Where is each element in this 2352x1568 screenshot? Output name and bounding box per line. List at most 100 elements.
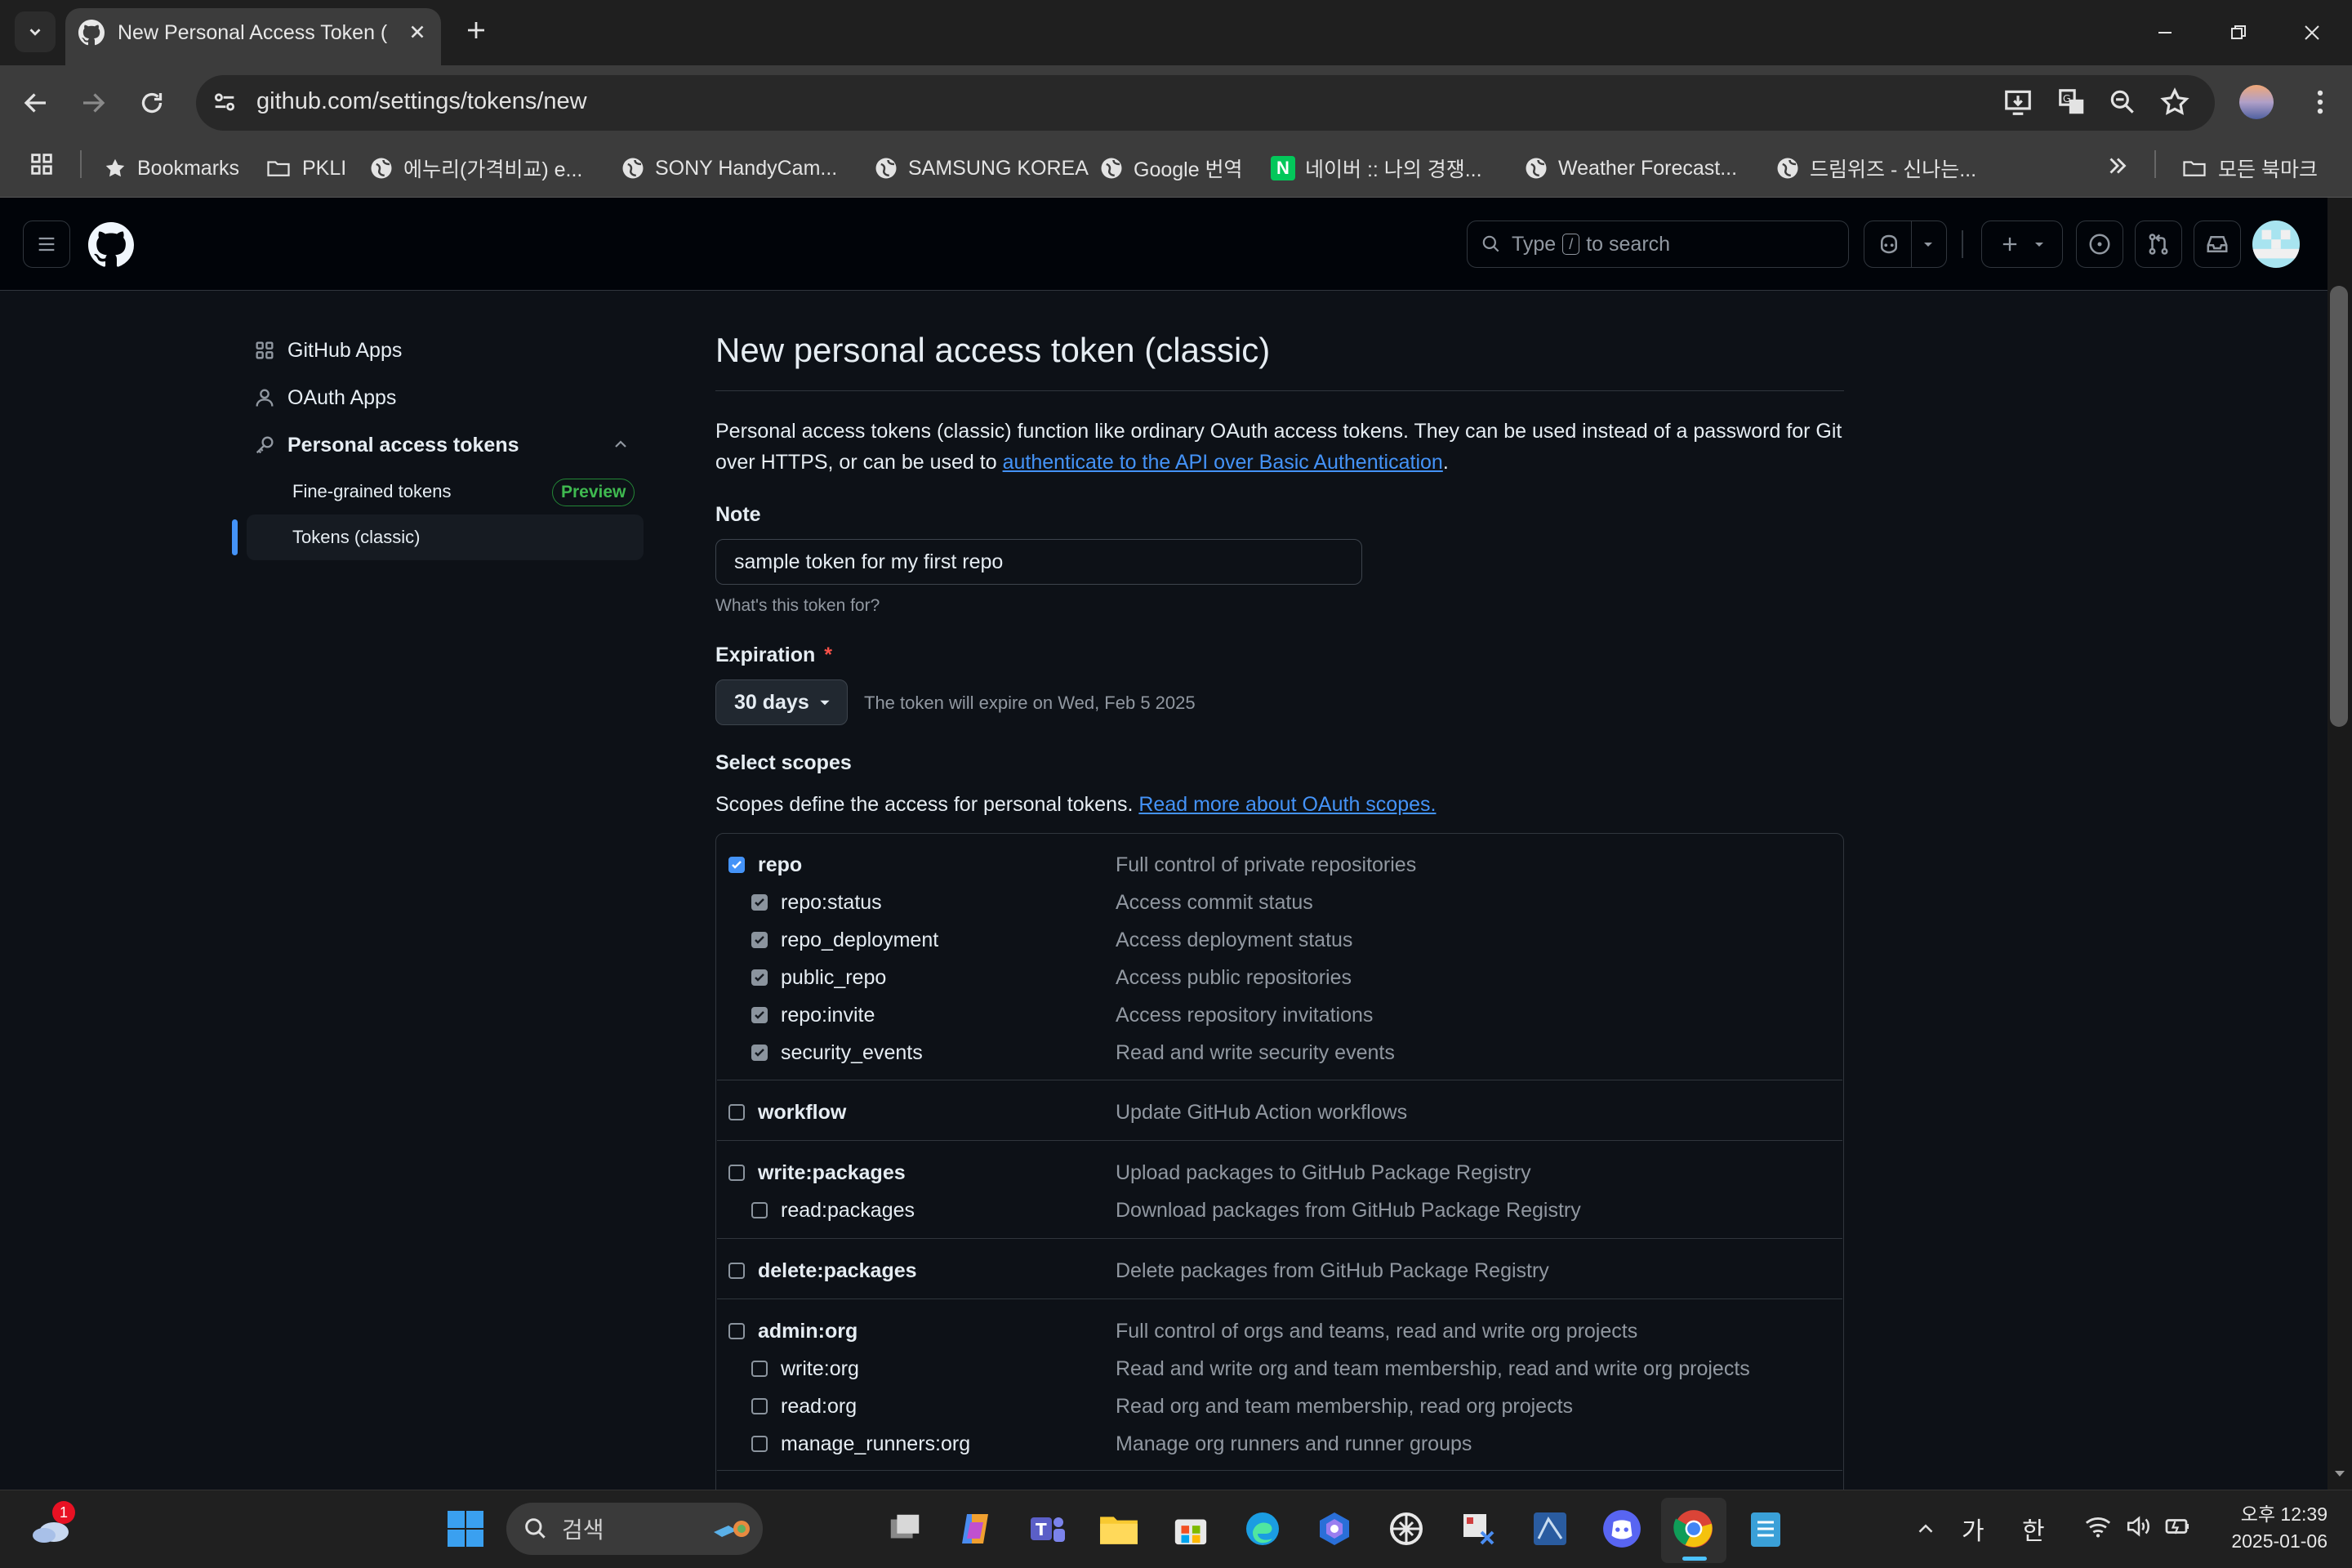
- zoom-icon[interactable]: [2107, 87, 2138, 118]
- reload-icon[interactable]: [137, 88, 167, 118]
- github-logo-icon[interactable]: [88, 222, 134, 268]
- bookmark-item[interactable]: Bookmarks: [103, 147, 239, 189]
- scope-row-repo[interactable]: repo: [728, 849, 802, 881]
- ime-indicator[interactable]: 가: [1962, 1511, 1984, 1547]
- sidebar-item-oauth-apps[interactable]: OAuth Apps: [253, 377, 396, 418]
- notepad-icon[interactable]: [1744, 1508, 1787, 1550]
- scope-row-admin-org[interactable]: admin:org: [728, 1315, 858, 1348]
- scope-row-repo-invite[interactable]: repo:invite: [751, 999, 875, 1031]
- scope-row-repo-deployment[interactable]: repo_deployment: [751, 924, 938, 956]
- back-icon[interactable]: [21, 88, 51, 118]
- apps-grid-icon[interactable]: [28, 150, 56, 178]
- ime-mode-indicator[interactable]: 한: [2022, 1511, 2045, 1547]
- checkbox-unchecked[interactable]: [728, 1104, 745, 1120]
- bookmark-item[interactable]: SAMSUNG KOREA: [874, 147, 1089, 189]
- taskbar-search-box[interactable]: 검색: [506, 1503, 763, 1555]
- scope-row-delete-packages[interactable]: delete:packages: [728, 1254, 917, 1287]
- checkbox-checked[interactable]: [728, 857, 745, 873]
- edge-icon[interactable]: [1241, 1508, 1284, 1550]
- taskbar-clock[interactable]: 오후 12:39 2025-01-06: [2213, 1501, 2328, 1555]
- copilot-hex-icon[interactable]: [1313, 1508, 1356, 1550]
- translate-icon[interactable]: G: [2056, 87, 2087, 118]
- bookmark-item[interactable]: SONY HandyCam...: [621, 147, 837, 189]
- scope-row-write-packages[interactable]: write:packages: [728, 1156, 906, 1189]
- checkbox-checked-disabled[interactable]: [751, 1045, 768, 1061]
- chatgpt-icon[interactable]: [1385, 1508, 1428, 1550]
- profile-avatar-icon[interactable]: [2239, 85, 2274, 119]
- snipping-tool-icon[interactable]: [1457, 1508, 1499, 1550]
- copilot-app-icon[interactable]: [954, 1508, 996, 1550]
- note-input[interactable]: sample token for my first repo: [715, 539, 1362, 585]
- microsoft-store-icon[interactable]: [1169, 1508, 1212, 1550]
- url-text[interactable]: github.com/settings/tokens/new: [256, 88, 587, 115]
- menu-kebab-icon[interactable]: [2305, 87, 2336, 118]
- bookmark-item[interactable]: PKLI: [265, 147, 346, 189]
- checkbox-unchecked[interactable]: [728, 1263, 745, 1279]
- bookmark-star-icon[interactable]: [2159, 87, 2190, 118]
- scope-row-read-org[interactable]: read:org: [751, 1390, 857, 1423]
- tab-search-button[interactable]: [15, 11, 56, 52]
- new-tab-icon[interactable]: [464, 18, 488, 42]
- checkbox-checked-disabled[interactable]: [751, 1007, 768, 1023]
- bookmark-item[interactable]: 에누리(가격비교) e...: [369, 147, 582, 189]
- github-search-input[interactable]: Type / to search: [1467, 220, 1849, 268]
- expiration-select[interactable]: 30 days: [715, 679, 848, 725]
- scroll-down-icon[interactable]: [2332, 1468, 2347, 1478]
- scope-row-repo-status[interactable]: repo:status: [751, 886, 882, 919]
- inbox-button[interactable]: [2194, 220, 2241, 268]
- minimize-button[interactable]: [2136, 8, 2194, 57]
- bookmark-item[interactable]: Weather Forecast...: [1524, 147, 1737, 189]
- scope-row-manage-runners-org[interactable]: manage_runners:org: [751, 1428, 970, 1460]
- sidebar-subitem-tokens-classic[interactable]: Tokens (classic): [247, 514, 644, 560]
- scope-row-workflow[interactable]: workflow: [728, 1096, 846, 1129]
- site-info-icon[interactable]: [211, 88, 238, 116]
- file-explorer-icon[interactable]: [1098, 1508, 1140, 1550]
- checkbox-unchecked[interactable]: [728, 1323, 745, 1339]
- dev-tool-icon[interactable]: [1529, 1508, 1571, 1550]
- copilot-button[interactable]: [1864, 220, 1947, 268]
- checkbox-unchecked[interactable]: [751, 1398, 768, 1414]
- forward-icon[interactable]: [78, 88, 108, 118]
- scrollbar-thumb[interactable]: [2330, 286, 2348, 727]
- task-view-icon[interactable]: [884, 1508, 926, 1550]
- chevron-up-icon[interactable]: [1904, 1508, 1947, 1550]
- checkbox-unchecked[interactable]: [728, 1165, 745, 1181]
- checkbox-unchecked[interactable]: [751, 1436, 768, 1452]
- all-bookmarks-folder[interactable]: 모든 북마크: [2180, 147, 2318, 189]
- chrome-icon[interactable]: [1673, 1508, 1715, 1550]
- close-tab-icon[interactable]: [407, 21, 428, 42]
- teams-icon[interactable]: T: [1026, 1508, 1068, 1550]
- plus-icon: [2002, 237, 2017, 252]
- create-new-button[interactable]: [1981, 220, 2063, 268]
- restore-button[interactable]: [2210, 8, 2267, 57]
- install-app-icon[interactable]: [2002, 87, 2034, 118]
- oauth-scopes-link[interactable]: Read more about OAuth scopes.: [1138, 793, 1436, 816]
- sidebar-item-personal-access-tokens[interactable]: Personal access tokens: [253, 425, 519, 466]
- checkbox-checked-disabled[interactable]: [751, 969, 768, 986]
- scope-row-read-packages[interactable]: read:packages: [751, 1194, 915, 1227]
- checkbox-unchecked[interactable]: [751, 1361, 768, 1377]
- volume-icon[interactable]: [2125, 1514, 2153, 1539]
- wifi-icon[interactable]: [2084, 1514, 2112, 1539]
- hamburger-menu-button[interactable]: [23, 220, 70, 268]
- checkbox-checked-disabled[interactable]: [751, 932, 768, 948]
- more-bookmarks-icon[interactable]: [2104, 152, 2132, 180]
- scope-row-security-events[interactable]: security_events: [751, 1036, 923, 1069]
- discord-icon[interactable]: [1601, 1508, 1643, 1550]
- chevron-up-icon[interactable]: [611, 434, 630, 454]
- close-window-button[interactable]: [2283, 8, 2341, 57]
- scope-row-write-org[interactable]: write:org: [751, 1352, 859, 1385]
- bookmark-item[interactable]: N 네이버 :: 나의 경쟁...: [1271, 147, 1482, 189]
- scope-row-public-repo[interactable]: public_repo: [751, 961, 886, 994]
- issues-button[interactable]: [2076, 220, 2123, 268]
- user-avatar[interactable]: [2252, 220, 2300, 268]
- battery-icon[interactable]: [2164, 1514, 2194, 1539]
- checkbox-checked-disabled[interactable]: [751, 894, 768, 911]
- windows-start-icon[interactable]: [444, 1508, 487, 1550]
- pull-requests-button[interactable]: [2135, 220, 2182, 268]
- sidebar-item-github-apps[interactable]: GitHub Apps: [253, 330, 402, 371]
- bookmark-item[interactable]: 드림위즈 - 신나는...: [1775, 147, 1976, 189]
- bookmark-item[interactable]: Google 번역: [1099, 147, 1243, 189]
- basic-auth-link[interactable]: authenticate to the API over Basic Authe…: [1003, 451, 1443, 474]
- checkbox-unchecked[interactable]: [751, 1202, 768, 1218]
